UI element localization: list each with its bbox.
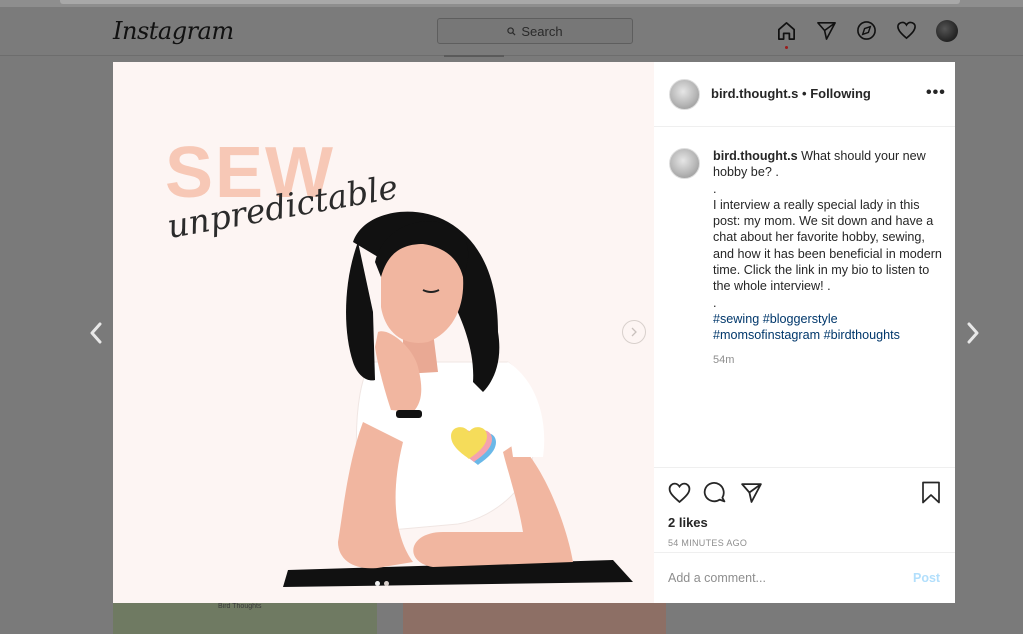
instagram-logo[interactable]: Instagram: [113, 17, 234, 45]
follow-status[interactable]: Following: [810, 86, 871, 101]
caption-avatar[interactable]: [669, 148, 700, 179]
carousel-dots: [375, 581, 389, 586]
next-post-arrow[interactable]: [963, 318, 983, 348]
browser-top-strip: [0, 0, 1023, 7]
caption-username[interactable]: bird.thought.s: [713, 149, 798, 163]
post-caption: bird.thought.s What should your new hobb…: [713, 148, 948, 344]
post-comment-button[interactable]: Post: [913, 571, 940, 585]
carousel-dot: [384, 581, 389, 586]
carousel-dot-active: [375, 581, 380, 586]
caption-body: I interview a really special lady in thi…: [713, 197, 942, 294]
post-header: bird.thought.s • Following •••: [654, 62, 955, 127]
home-active-dot: [785, 46, 788, 49]
author-line: bird.thought.s • Following: [711, 86, 871, 101]
profile-avatar-image: [935, 19, 958, 42]
background-divider: [444, 55, 504, 57]
comment-input[interactable]: Add a comment...: [668, 571, 766, 585]
save-bookmark-icon[interactable]: [918, 479, 944, 505]
author-avatar[interactable]: [669, 79, 700, 110]
separator-dot: •: [802, 86, 807, 101]
woman-illustration: [283, 211, 633, 587]
post-actions: 2 likes 54 MINUTES AGO: [654, 467, 955, 553]
caption-dot: .: [713, 295, 717, 310]
search-placeholder: Search: [521, 23, 563, 39]
share-direct-icon[interactable]: [738, 479, 764, 505]
post-modal: SEW unpredictable bird.thought.s • Follo…: [113, 62, 955, 603]
search-input[interactable]: Search: [437, 18, 633, 44]
caption-dot: .: [713, 181, 717, 196]
post-timestamp: 54 MINUTES AGO: [668, 538, 748, 548]
like-count[interactable]: 2 likes: [668, 515, 708, 530]
search-icon: [507, 26, 516, 36]
like-heart-icon[interactable]: [666, 479, 692, 505]
caption-hashtags[interactable]: #sewing #bloggerstyle #momsofinstagram #…: [713, 312, 900, 342]
post-image[interactable]: SEW unpredictable: [113, 62, 654, 603]
nav-icons: [775, 19, 958, 49]
home-icon[interactable]: [775, 19, 798, 49]
direct-icon[interactable]: [815, 19, 838, 42]
more-options-icon[interactable]: •••: [926, 84, 946, 102]
media-next-button[interactable]: [622, 320, 646, 344]
background-thumbnail-text: Bird Thoughts: [218, 603, 262, 610]
top-navigation: Instagram Search: [0, 7, 1023, 56]
comment-box: Add a comment... Post: [654, 552, 955, 604]
activity-heart-icon[interactable]: [895, 19, 918, 42]
previous-post-arrow[interactable]: [86, 318, 106, 348]
comment-icon[interactable]: [701, 479, 727, 505]
address-bar-edge: [60, 0, 960, 4]
background-post-thumbnail[interactable]: Bird Thoughts: [113, 603, 377, 634]
explore-icon[interactable]: [855, 19, 878, 42]
post-sidebar: bird.thought.s • Following ••• bird.thou…: [654, 62, 955, 603]
profile-avatar[interactable]: [935, 19, 958, 42]
author-username[interactable]: bird.thought.s: [711, 86, 798, 101]
caption-time: 54m: [713, 354, 735, 366]
background-post-thumbnail-2[interactable]: [403, 603, 666, 634]
